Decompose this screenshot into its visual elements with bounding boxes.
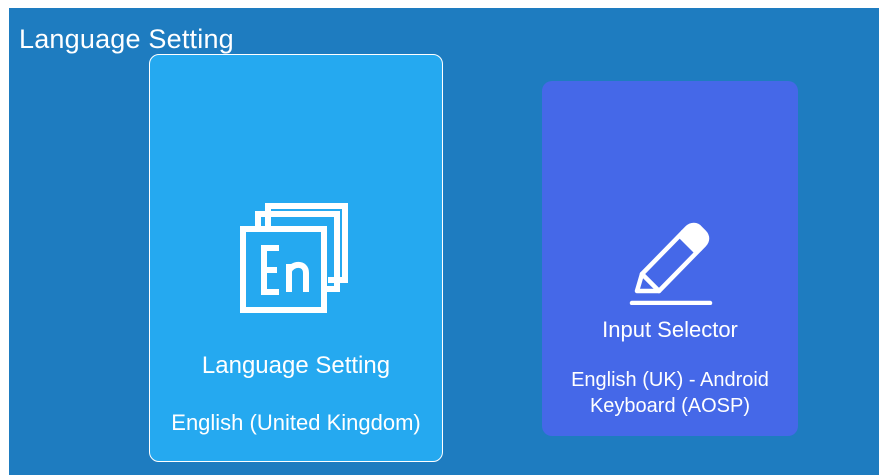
page-title: Language Setting <box>19 24 234 54</box>
card-title: Language Setting <box>201 352 391 379</box>
card-subtitle: English (United Kingdom) <box>171 410 421 435</box>
pencil-icon <box>629 222 713 305</box>
language-setting-card[interactable]: Language Setting English (United Kingdom… <box>149 54 443 462</box>
input-selector-card[interactable]: Input Selector English (UK) - Android Ke… <box>542 81 798 436</box>
settings-screen: Language Setting Language Setting Englis… <box>9 8 879 475</box>
card-subtitle: English (UK) - Android Keyboard (AOSP) <box>571 369 769 417</box>
card-title: Input Selector <box>602 317 738 342</box>
language-en-icon <box>240 203 348 313</box>
